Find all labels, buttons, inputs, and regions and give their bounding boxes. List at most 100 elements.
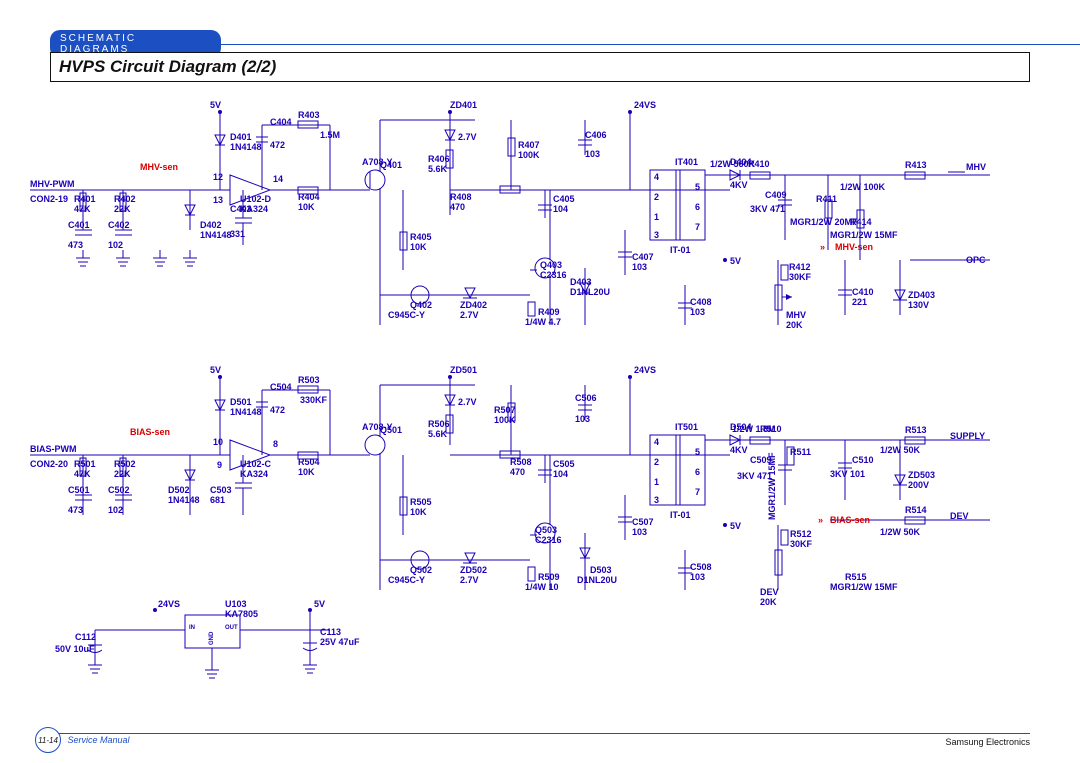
svg-text:IT501: IT501 <box>675 422 698 432</box>
svg-text:221: 221 <box>852 297 867 307</box>
svg-text:ZD403: ZD403 <box>908 290 935 300</box>
svg-text:C410: C410 <box>852 287 874 297</box>
svg-text:D501: D501 <box>230 397 252 407</box>
svg-text:C402: C402 <box>108 220 130 230</box>
svg-text:OPC: OPC <box>966 255 986 265</box>
svg-text:3: 3 <box>654 230 659 240</box>
svg-text:3: 3 <box>654 495 659 505</box>
svg-text:3KV 471: 3KV 471 <box>750 204 785 214</box>
svg-text:R514: R514 <box>905 505 927 515</box>
svg-text:200V: 200V <box>908 480 929 490</box>
svg-text:BIAS-sen: BIAS-sen <box>130 427 170 437</box>
svg-text:104: 104 <box>553 469 568 479</box>
svg-text:13: 13 <box>213 195 223 205</box>
svg-text:D1NL20U: D1NL20U <box>570 287 610 297</box>
svg-text:KA7805: KA7805 <box>225 609 258 619</box>
svg-text:D503: D503 <box>590 565 612 575</box>
svg-text:DEV: DEV <box>760 587 779 597</box>
svg-text:1/4W 4.7: 1/4W 4.7 <box>525 317 561 327</box>
svg-text:5V: 5V <box>210 365 221 375</box>
svg-text:C507: C507 <box>632 517 654 527</box>
svg-text:C945C-Y: C945C-Y <box>388 310 425 320</box>
svg-text:2.7V: 2.7V <box>460 310 479 320</box>
svg-text:R508: R508 <box>510 457 532 467</box>
svg-text:1.5M: 1.5M <box>320 130 340 140</box>
svg-text:MGR1/2W 15MF: MGR1/2W 15MF <box>830 230 898 240</box>
svg-text:R405: R405 <box>410 232 432 242</box>
label-mhv-sen: MHV-sen <box>140 162 178 172</box>
svg-text:1: 1 <box>654 212 659 222</box>
svg-text:102: 102 <box>108 240 123 250</box>
svg-text:U102-D: U102-D <box>240 194 272 204</box>
svg-text:472: 472 <box>270 405 285 415</box>
svg-text:C406: C406 <box>585 130 607 140</box>
svg-text:R413: R413 <box>905 160 927 170</box>
svg-text:U103: U103 <box>225 599 247 609</box>
svg-text:103: 103 <box>690 307 705 317</box>
svg-text:Q502: Q502 <box>410 565 432 575</box>
svg-text:4KV: 4KV <box>730 445 748 455</box>
svg-text:2: 2 <box>654 457 659 467</box>
svg-text:30KF: 30KF <box>790 539 813 549</box>
svg-text:C505: C505 <box>553 459 575 469</box>
svg-text:SUPPLY: SUPPLY <box>950 431 985 441</box>
svg-text:473: 473 <box>68 240 83 250</box>
svg-text:C407: C407 <box>632 252 654 262</box>
svg-text:CON2-20: CON2-20 <box>30 459 68 469</box>
svg-text:470: 470 <box>510 467 525 477</box>
svg-text:472: 472 <box>270 140 285 150</box>
svg-text:9: 9 <box>217 460 222 470</box>
schematic-diagram: 5V D401 1N4148 MHV-sen MHV-PWM CON2-19 R… <box>30 90 1030 700</box>
svg-text:1/2W 100K: 1/2W 100K <box>840 182 886 192</box>
svg-text:10: 10 <box>213 437 223 447</box>
page-footer: 11-14 Service Manual Samsung Electronics <box>0 733 1080 753</box>
svg-text:10K: 10K <box>298 202 315 212</box>
svg-text:6: 6 <box>695 202 700 212</box>
svg-text:2: 2 <box>654 192 659 202</box>
svg-text:MGR1/2W 20MF: MGR1/2W 20MF <box>790 217 858 227</box>
svg-text:C508: C508 <box>690 562 712 572</box>
svg-text:473: 473 <box>68 505 83 515</box>
svg-text:R505: R505 <box>410 497 432 507</box>
svg-text:1N4148: 1N4148 <box>230 142 262 152</box>
svg-text:30KF: 30KF <box>789 272 812 282</box>
svg-text:R512: R512 <box>790 529 812 539</box>
svg-text:R414: R414 <box>850 217 872 227</box>
svg-text:24VS: 24VS <box>634 365 656 375</box>
svg-text:MHV-PWM: MHV-PWM <box>30 179 75 189</box>
svg-text:R511: R511 <box>790 447 811 457</box>
svg-text:5.6K: 5.6K <box>428 164 448 174</box>
svg-text:R503: R503 <box>298 375 320 385</box>
svg-text:8: 8 <box>273 439 278 449</box>
svg-text:24VS: 24VS <box>158 599 180 609</box>
svg-text:D502: D502 <box>168 485 190 495</box>
svg-text:1/2W 1.8M: 1/2W 1.8M <box>732 424 776 434</box>
svg-text:U102-C: U102-C <box>240 459 272 469</box>
svg-text:R404: R404 <box>298 192 320 202</box>
svg-text:3KV 101: 3KV 101 <box>830 469 865 479</box>
svg-text:C2316: C2316 <box>540 270 567 280</box>
svg-text:1/2W 560K: 1/2W 560K <box>710 159 756 169</box>
svg-text:C2316: C2316 <box>535 535 562 545</box>
svg-text:103: 103 <box>690 572 705 582</box>
svg-text:24VS: 24VS <box>634 100 656 110</box>
svg-text:C506: C506 <box>575 393 597 403</box>
svg-text:R507: R507 <box>494 405 516 415</box>
footer-note: Service Manual <box>68 735 130 745</box>
svg-text:D403: D403 <box>570 277 592 287</box>
svg-text:103: 103 <box>632 527 647 537</box>
page-number: 11-14 <box>35 727 61 753</box>
svg-text:R406: R406 <box>428 154 450 164</box>
svg-text:MHV: MHV <box>786 310 806 320</box>
svg-text:BIAS-sen: BIAS-sen <box>830 515 870 525</box>
svg-text:C501: C501 <box>68 485 90 495</box>
svg-text:R403: R403 <box>298 110 320 120</box>
svg-text:12: 12 <box>213 172 223 182</box>
svg-text:KA324: KA324 <box>240 204 268 214</box>
svg-text:103: 103 <box>632 262 647 272</box>
svg-text:GND: GND <box>209 631 215 645</box>
svg-text:10K: 10K <box>298 467 315 477</box>
svg-text:100K: 100K <box>494 415 516 425</box>
svg-text:R501: R501 <box>74 459 96 469</box>
svg-text:10K: 10K <box>410 242 427 252</box>
